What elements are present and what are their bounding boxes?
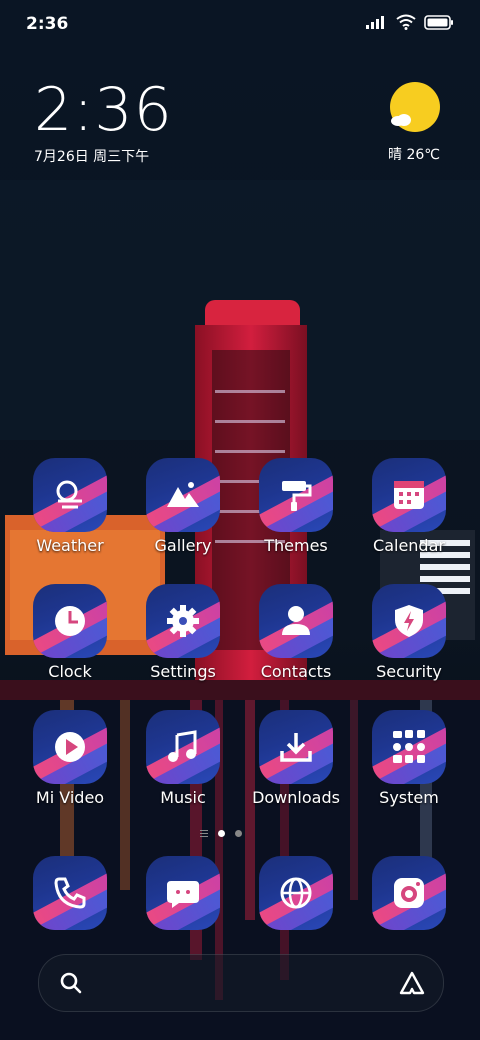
- contacts-icon: [259, 584, 333, 658]
- gallery-icon: [146, 458, 220, 532]
- app-security[interactable]: Security: [359, 584, 459, 681]
- downloads-icon: [259, 710, 333, 784]
- app-mi-video[interactable]: Mi Video: [20, 710, 120, 807]
- app-label: Mi Video: [35, 788, 105, 807]
- dock-phone[interactable]: [20, 856, 120, 930]
- app-themes[interactable]: Themes: [246, 458, 346, 555]
- signal-icon: [366, 16, 384, 29]
- settings-icon: [146, 584, 220, 658]
- browser-icon: [259, 856, 333, 930]
- calendar-icon: [372, 458, 446, 532]
- dock-camera[interactable]: [359, 856, 459, 930]
- music-icon: [146, 710, 220, 784]
- system-folder-icon: [372, 710, 446, 784]
- status-bar: 2:36: [0, 0, 480, 50]
- clock-icon: [33, 584, 107, 658]
- weather-widget[interactable]: 晴 26℃: [382, 82, 446, 164]
- app-label: Gallery: [154, 536, 212, 555]
- app-system-folder[interactable]: System: [359, 710, 459, 807]
- app-label: Clock: [48, 662, 92, 681]
- app-music[interactable]: Music: [133, 710, 233, 807]
- weather-icon: [33, 458, 107, 532]
- page-menu-icon: [200, 830, 208, 837]
- themes-icon: [259, 458, 333, 532]
- clock-widget[interactable]: 2:36 7月26日 周三下午: [34, 78, 173, 166]
- app-weather[interactable]: Weather: [20, 458, 120, 555]
- page-dot-active: [218, 830, 225, 837]
- widget-time: 2:36: [34, 75, 173, 145]
- wifi-icon: [396, 14, 416, 30]
- app-label: Themes: [264, 536, 328, 555]
- video-icon: [33, 710, 107, 784]
- app-label: Calendar: [373, 536, 445, 555]
- phone-icon: [33, 856, 107, 930]
- page-dot: [235, 830, 242, 837]
- partly-sunny-icon: [388, 82, 440, 134]
- app-label: Contacts: [260, 662, 332, 681]
- messages-icon: [146, 856, 220, 930]
- app-contacts[interactable]: Contacts: [246, 584, 346, 681]
- app-downloads[interactable]: Downloads: [246, 710, 346, 807]
- status-time: 2:36: [26, 14, 69, 34]
- app-calendar[interactable]: Calendar: [359, 458, 459, 555]
- battery-icon: [424, 14, 453, 30]
- widget-date: 7月26日 周三下午: [34, 149, 150, 165]
- app-label: Settings: [150, 662, 216, 681]
- security-icon: [372, 584, 446, 658]
- assistant-icon[interactable]: [399, 971, 425, 995]
- app-clock[interactable]: Clock: [20, 584, 120, 681]
- app-label: Music: [160, 788, 206, 807]
- app-label: Security: [376, 662, 442, 681]
- dock-browser[interactable]: [246, 856, 346, 930]
- app-gallery[interactable]: Gallery: [133, 458, 233, 555]
- search-bar[interactable]: [38, 954, 444, 1012]
- page-indicator: [200, 830, 242, 837]
- dock-messages[interactable]: [133, 856, 233, 930]
- app-label: Weather: [36, 536, 104, 555]
- status-icons: [366, 14, 454, 30]
- search-icon[interactable]: [59, 971, 83, 995]
- camera-icon: [372, 856, 446, 930]
- app-label: Downloads: [252, 788, 340, 807]
- app-settings[interactable]: Settings: [133, 584, 233, 681]
- weather-text: 晴 26℃: [388, 147, 440, 163]
- app-label: System: [379, 788, 439, 807]
